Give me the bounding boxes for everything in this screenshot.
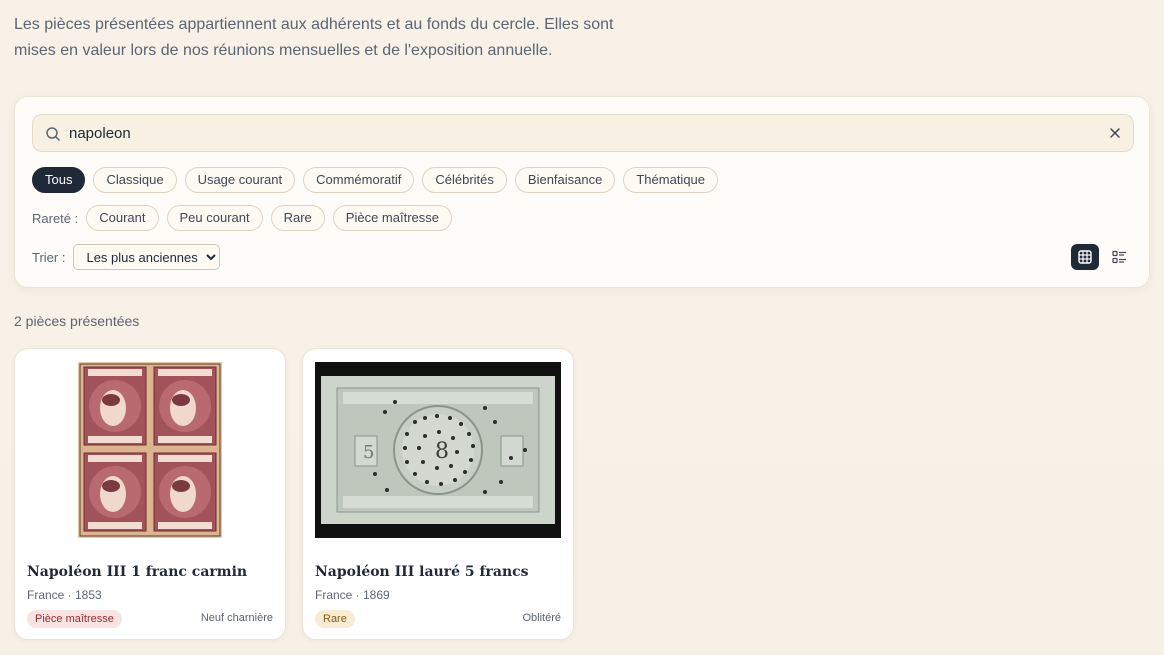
stamp-card[interactable]: 8 5 Napoléon III lauré 5 francs France ·… (302, 348, 574, 640)
sort-label: Trier : (32, 249, 66, 265)
stamp-image: 8 5 (315, 362, 561, 538)
intro-line: Les pièces présentées appartiennent aux … (14, 16, 614, 33)
category-chip-thematique[interactable]: Thématique (623, 167, 719, 193)
condition-label: Oblitéré (522, 612, 561, 624)
close-icon[interactable] (1109, 127, 1121, 139)
stamp-title: Napoléon III 1 franc carmin (27, 564, 248, 580)
stamp-meta: France · 1853 (27, 588, 102, 602)
stamp-title: Napoléon III lauré 5 francs (315, 564, 529, 580)
rarity-label: Rareté : (32, 210, 79, 226)
condition-label: Neuf charnière (200, 612, 273, 624)
results-count: 2 pièces présentées (14, 313, 140, 329)
rarity-chip-rare[interactable]: Rare (270, 205, 325, 231)
stamp-image (27, 362, 273, 538)
svg-text:5: 5 (363, 442, 374, 463)
intro-line: mises en valeur lors de nos réunions men… (14, 42, 553, 59)
list-view-button[interactable] (1105, 244, 1133, 270)
category-chip-commemoratif[interactable]: Commémoratif (303, 167, 415, 193)
category-chip-bienfaisance[interactable]: Bienfaisance (514, 167, 616, 193)
sort-control: Trier : Les plus anciennes (32, 244, 221, 270)
category-chip-celebrites[interactable]: Célébrités (422, 167, 507, 193)
intro-text: Les pièces présentées appartiennent aux … (14, 12, 694, 64)
search-bar (32, 114, 1134, 152)
category-chip-classique[interactable]: Classique (93, 167, 177, 193)
category-chip-tous[interactable]: Tous (32, 167, 86, 193)
grid-icon (1078, 250, 1092, 264)
rarity-chip-peu-courant[interactable]: Peu courant (166, 205, 263, 231)
rarity-chip-piece-maitresse[interactable]: Pièce maîtresse (332, 205, 452, 231)
category-filters: Tous Classique Usage courant Commémorati… (32, 167, 719, 193)
stamp-card[interactable]: Napoléon III 1 franc carmin France · 185… (14, 348, 286, 640)
view-toggle (1071, 244, 1133, 270)
search-input[interactable] (69, 115, 1099, 151)
stamp-grey-empire-image: 8 5 (315, 362, 561, 538)
svg-text:8: 8 (435, 439, 449, 464)
sort-select[interactable]: Les plus anciennes (73, 244, 221, 270)
rarity-badge: Rare (315, 610, 355, 628)
rarity-filters: Rareté : Courant Peu courant Rare Pièce … (32, 205, 452, 231)
grid-view-button[interactable] (1071, 244, 1099, 270)
search-icon (46, 127, 60, 141)
list-icon (1111, 250, 1126, 264)
rarity-chip-courant[interactable]: Courant (86, 205, 159, 231)
stamp-block-carmine-image (78, 362, 222, 538)
filter-panel: Tous Classique Usage courant Commémorati… (14, 96, 1150, 288)
rarity-badge: Pièce maîtresse (27, 610, 122, 628)
category-chip-usage-courant[interactable]: Usage courant (184, 167, 296, 193)
stamp-meta: France · 1869 (315, 588, 390, 602)
